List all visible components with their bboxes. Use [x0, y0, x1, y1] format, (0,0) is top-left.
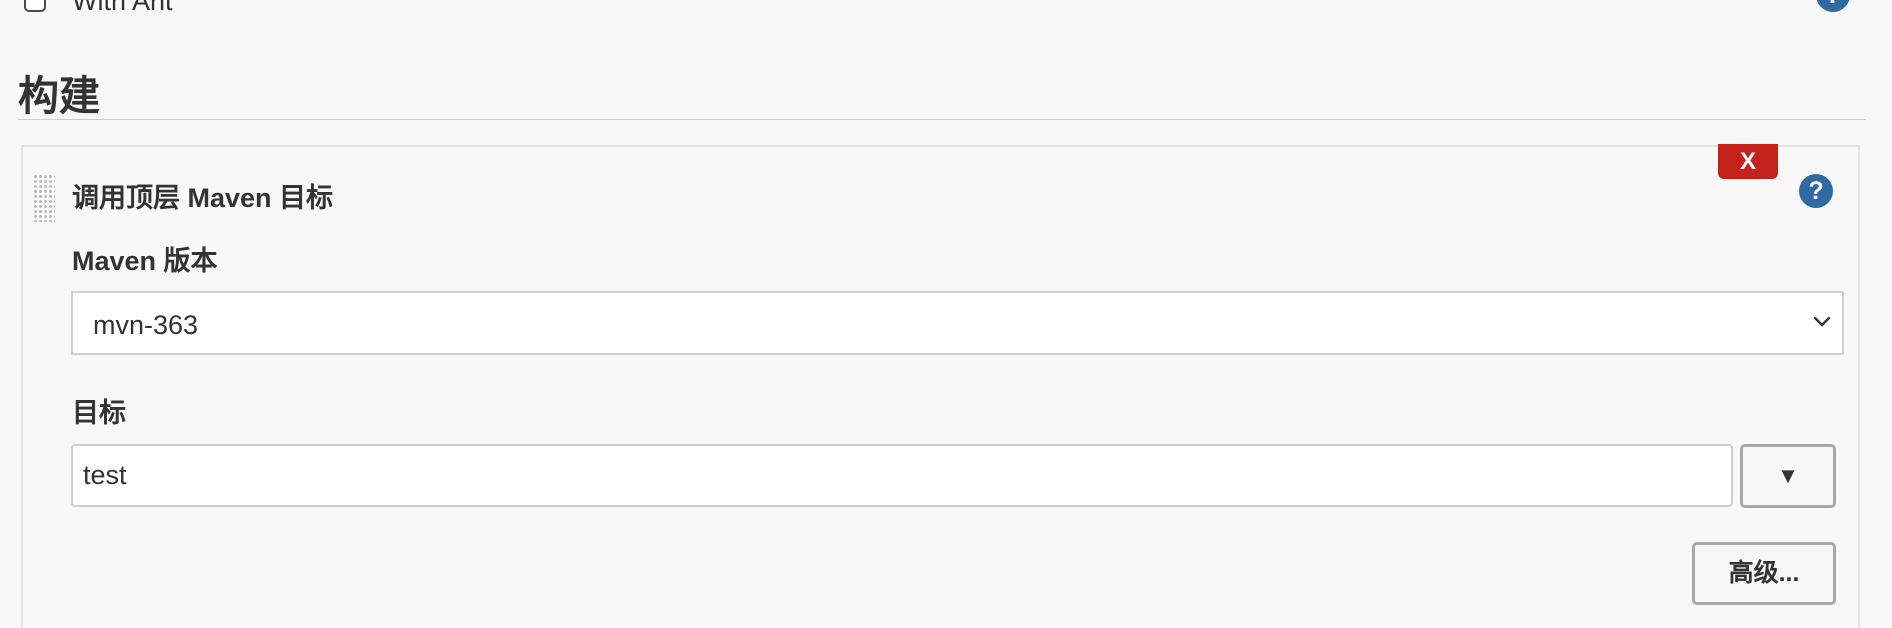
with-ant-label: With Ant	[72, 0, 173, 16]
advanced-button[interactable]: 高级...	[1692, 542, 1836, 605]
goals-label: 目标	[72, 398, 126, 428]
delete-step-button[interactable]: X	[1718, 144, 1778, 179]
goals-dropdown-button[interactable]: ▼	[1740, 444, 1836, 508]
maven-version-selected-value: mvn-363	[93, 310, 199, 340]
chevron-down-icon	[1813, 316, 1831, 327]
section-divider	[18, 119, 1866, 120]
with-ant-help-icon[interactable]: ?	[1816, 0, 1850, 12]
build-step-title: 调用顶层 Maven 目标	[72, 183, 334, 213]
drag-handle-icon[interactable]	[33, 174, 55, 222]
with-ant-checkbox[interactable]	[24, 0, 46, 12]
build-config-page: With Ant ? 构建 X ? 调用顶层 Maven 目标 Maven 版本…	[0, 0, 1892, 628]
step-help-icon[interactable]: ?	[1799, 174, 1833, 208]
goals-input[interactable]	[71, 444, 1733, 507]
maven-version-label: Maven 版本	[72, 246, 218, 276]
section-title-build: 构建	[18, 73, 100, 119]
build-step-panel	[21, 145, 1860, 628]
maven-version-select[interactable]: mvn-363	[71, 291, 1844, 355]
with-ant-row: With Ant ?	[0, 0, 1892, 16]
